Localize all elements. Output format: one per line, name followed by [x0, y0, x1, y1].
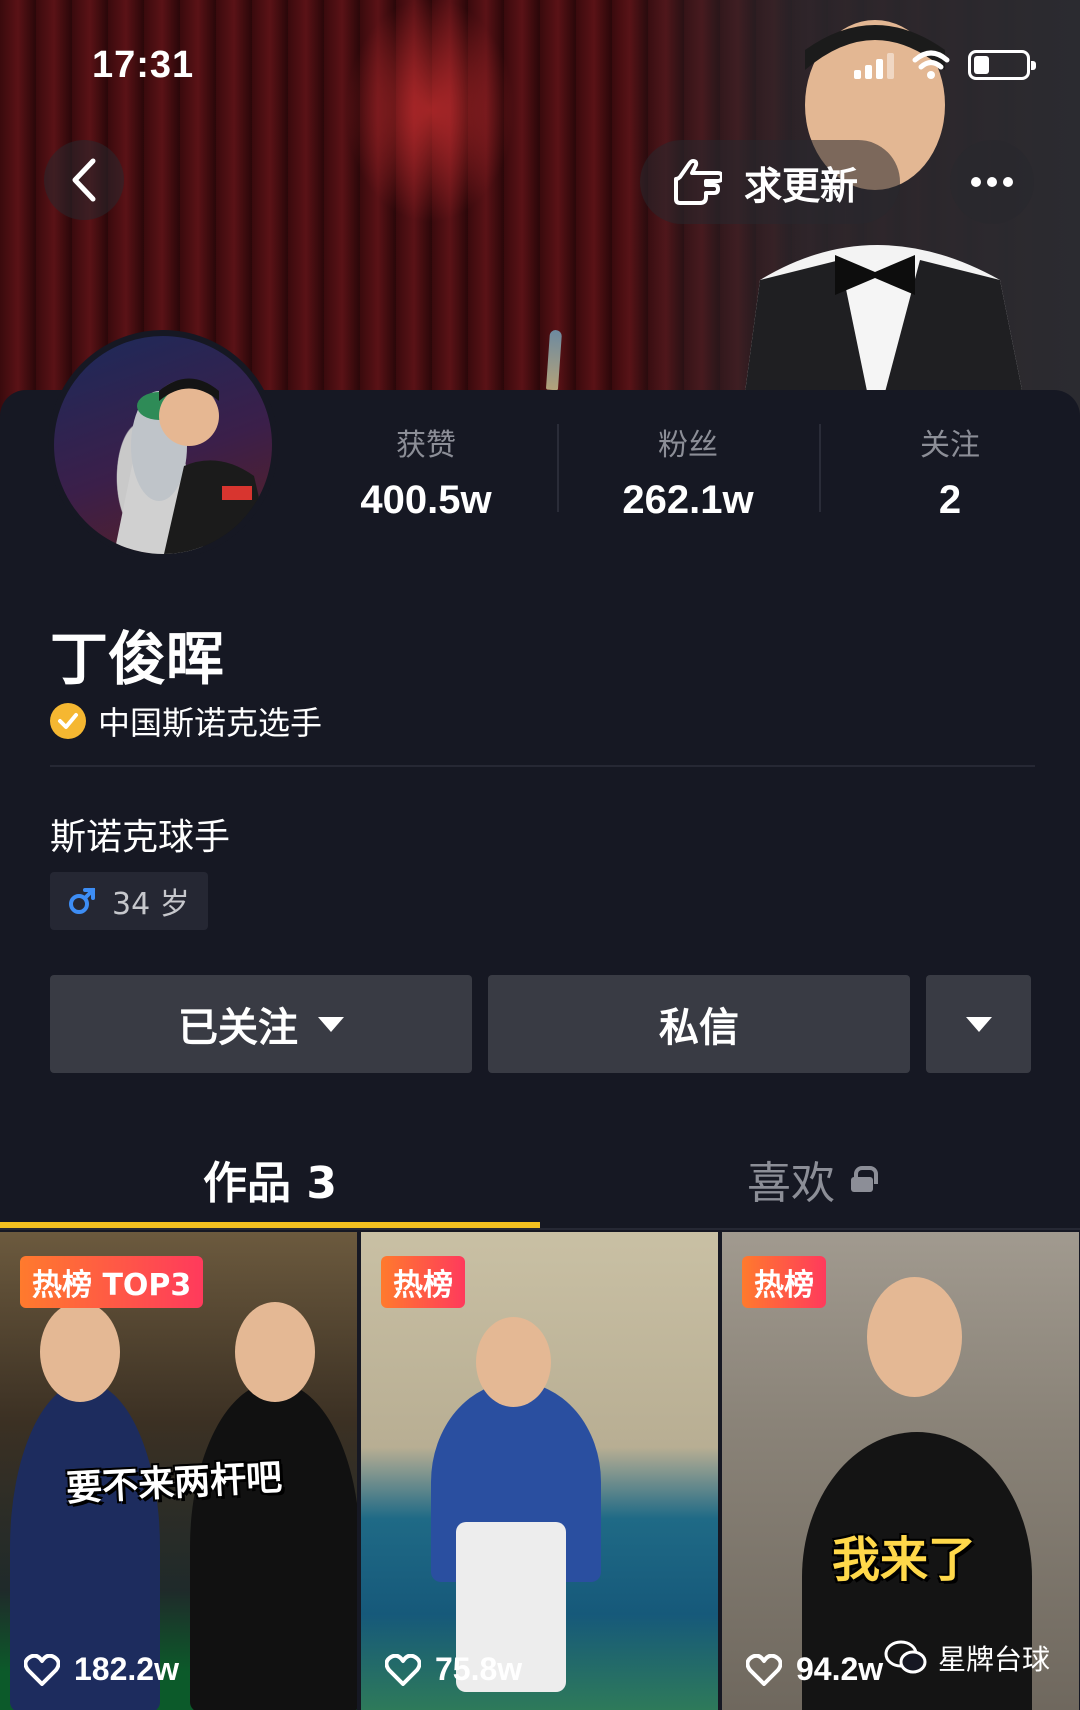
profile-name: 丁俊晖	[50, 625, 225, 693]
caret-down-icon	[965, 1016, 992, 1032]
followed-label: 已关注	[178, 1005, 298, 1051]
status-time: 17:31	[92, 44, 195, 86]
video-likes: 182.2w	[24, 1651, 179, 1688]
likes-count: 75.8w	[435, 1651, 523, 1687]
stat-fans[interactable]: 粉丝 262.1w	[557, 420, 819, 523]
caret-down-icon	[318, 1016, 344, 1032]
tab-label: 喜欢	[747, 1158, 835, 1209]
watermark: 星牌台球	[884, 1638, 1050, 1678]
person-image	[476, 1317, 551, 1407]
battery-level	[974, 56, 989, 74]
avatar[interactable]	[48, 330, 278, 560]
stat-label: 粉丝	[658, 428, 718, 463]
profile-bio: 斯诺克球手	[50, 817, 231, 858]
tab-label: 作品 3	[203, 1158, 337, 1209]
verified-label: 中国斯诺克选手	[98, 704, 323, 742]
more-dot-icon	[987, 177, 997, 187]
avatar-image	[114, 378, 272, 554]
heart-icon	[385, 1653, 421, 1686]
back-button[interactable]	[44, 140, 124, 220]
person-image	[190, 1382, 357, 1710]
battery-icon	[968, 50, 1036, 80]
tab-likes[interactable]: 喜欢	[540, 1130, 1080, 1228]
message-label: 私信	[659, 1005, 739, 1051]
profile-stats: 获赞 400.5w 粉丝 262.1w 关注 2	[295, 420, 1080, 523]
age-gender-tag: 34 岁	[50, 872, 208, 930]
content-tabs: 作品 3 喜欢	[0, 1130, 1080, 1230]
stat-label: 获赞	[396, 428, 456, 463]
more-dot-icon	[1003, 177, 1013, 187]
heart-icon	[746, 1653, 782, 1686]
video-caption: 我来了	[832, 1532, 977, 1588]
person-image	[40, 1302, 120, 1402]
stat-value: 2	[938, 478, 962, 522]
wechat-icon	[884, 1640, 927, 1674]
age-label: 34 岁	[112, 887, 190, 922]
stat-following[interactable]: 关注 2	[819, 420, 1080, 523]
likes-count: 182.2w	[74, 1651, 179, 1687]
watermark-label: 星牌台球	[937, 1643, 1050, 1676]
recommend-dropdown-button[interactable]	[926, 975, 1031, 1073]
video-thumbnail[interactable]: 热榜 TOP3 要不来两杆吧 182.2w	[0, 1232, 357, 1710]
followed-button[interactable]: 已关注	[50, 975, 472, 1073]
request-update-label: 求更新	[744, 163, 859, 208]
verification-row: 中国斯诺克选手	[50, 698, 322, 744]
stat-likes[interactable]: 获赞 400.5w	[295, 420, 557, 523]
video-thumbnail[interactable]: 热榜 75.8w	[361, 1232, 718, 1710]
video-likes: 94.2w	[746, 1651, 883, 1688]
request-update-button[interactable]: 求更新	[640, 140, 900, 224]
likes-count: 94.2w	[796, 1651, 884, 1687]
wifi-icon	[912, 50, 950, 79]
status-icons	[854, 50, 1036, 80]
video-likes: 75.8w	[385, 1651, 522, 1688]
tab-indicator	[0, 1222, 540, 1228]
message-button[interactable]: 私信	[488, 975, 910, 1073]
person-image	[235, 1302, 315, 1402]
hot-list-badge: 热榜 TOP3	[20, 1256, 204, 1308]
person-image	[867, 1277, 962, 1397]
lock-icon	[851, 1166, 878, 1192]
male-icon	[69, 888, 95, 914]
more-dot-icon	[971, 177, 981, 187]
stat-value: 400.5w	[360, 478, 492, 522]
hot-list-badge: 热榜	[381, 1256, 465, 1308]
hot-list-badge: 热榜	[742, 1256, 826, 1308]
pointing-hand-icon	[674, 159, 722, 205]
more-options-button[interactable]	[950, 140, 1034, 224]
action-row: 已关注 私信	[50, 975, 1031, 1073]
signal-icon	[854, 51, 894, 79]
heart-icon	[24, 1653, 60, 1686]
stat-value: 262.1w	[622, 478, 754, 522]
verified-check-icon	[50, 703, 86, 739]
tab-works[interactable]: 作品 3	[0, 1130, 540, 1228]
cue-stick-image	[545, 329, 563, 391]
stat-label: 关注	[920, 428, 980, 463]
divider	[50, 765, 1035, 767]
chevron-left-icon	[72, 158, 96, 202]
